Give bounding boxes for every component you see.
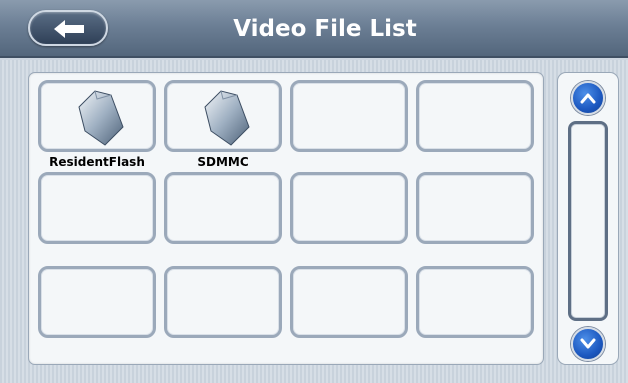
- grid-cell-empty[interactable]: [38, 172, 156, 244]
- scroll-track[interactable]: [568, 121, 608, 321]
- scroll-up-button[interactable]: [571, 81, 605, 115]
- grid-cell-empty[interactable]: [38, 266, 156, 338]
- grid-cell-empty[interactable]: [164, 172, 282, 244]
- chevron-up-icon: [580, 93, 596, 104]
- grid-cell-empty[interactable]: [290, 80, 408, 152]
- grid-cell-label: ResidentFlash: [49, 155, 145, 169]
- grid-cell-empty[interactable]: [416, 266, 534, 338]
- title-bar: Video File List: [0, 0, 628, 58]
- scrollbar: [557, 72, 619, 365]
- left-arrow-icon: [54, 20, 84, 38]
- grid-cell-empty[interactable]: [290, 172, 408, 244]
- page-title: Video File List: [233, 16, 417, 42]
- grid-cell-resident-flash[interactable]: [38, 80, 156, 152]
- storage-card-icon: [204, 90, 250, 146]
- grid-cell-empty[interactable]: [164, 266, 282, 338]
- storage-card-icon: [78, 90, 124, 146]
- scroll-down-button[interactable]: [571, 327, 605, 361]
- grid-cell-empty[interactable]: [416, 80, 534, 152]
- grid-cell-label: SDMMC: [197, 155, 249, 169]
- back-button[interactable]: [28, 10, 108, 46]
- grid-cell-empty[interactable]: [416, 172, 534, 244]
- chevron-down-icon: [580, 338, 596, 349]
- grid-cell-sdmmc[interactable]: [164, 80, 282, 152]
- grid-cell-empty[interactable]: [290, 266, 408, 338]
